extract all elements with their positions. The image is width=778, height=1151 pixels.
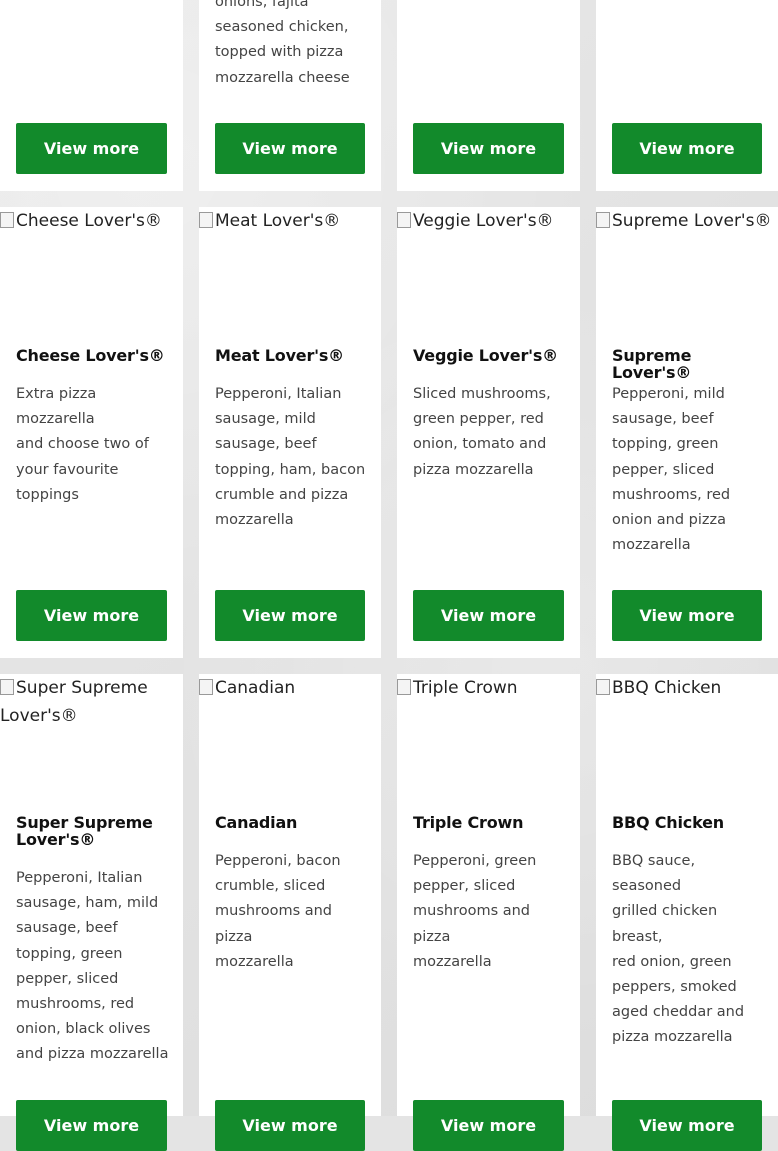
pizza-image[interactable]: BBQ Chicken (596, 674, 778, 794)
view-more-button[interactable]: View more (215, 123, 365, 174)
broken-image-icon (0, 212, 14, 228)
pizza-card: Veggie Lover's® Veggie Lover's® Sliced m… (397, 207, 580, 658)
broken-image-icon (397, 679, 411, 695)
pizza-title: BBQ Chicken (612, 813, 724, 832)
view-more-button[interactable]: View more (612, 1100, 762, 1151)
pizza-title: Cheese Lover's® (16, 346, 165, 365)
pizza-card: Supreme Lover's® Supreme Lover's® Pepper… (596, 207, 778, 658)
view-more-button[interactable]: View more (612, 123, 762, 174)
broken-image-icon (199, 679, 213, 695)
pizza-card: Cheese Lover's® Cheese Lover's® Extra pi… (0, 207, 183, 658)
pizza-image[interactable]: Meat Lover's® (199, 207, 381, 327)
pizza-image[interactable]: Canadian (199, 674, 381, 794)
card-description: onions, fajita seasoned chicken, topped … (215, 0, 350, 86)
card-description: Pepperoni, Italian sausage, ham, mild sa… (16, 870, 169, 1063)
view-more-button[interactable]: View more (16, 1100, 167, 1151)
pizza-image[interactable]: Supreme Lover's® (596, 207, 778, 327)
pizza-image[interactable]: Super Supreme Lover's® (0, 674, 183, 794)
view-more-button[interactable]: View more (413, 1100, 564, 1151)
pizza-card: ranch drizzle View more (0, 0, 183, 191)
pizza-card: View more (397, 0, 580, 191)
pizza-card: Meat Lover's® Meat Lover's® Pepperoni, I… (199, 207, 381, 658)
pizza-card: Super Supreme Lover's® Super Supreme Love… (0, 674, 183, 1151)
pizza-card: Canadian Canadian Pepperoni, bacon crumb… (199, 674, 381, 1151)
broken-image-icon (596, 679, 610, 695)
card-description: BBQ sauce, seasoned grilled chicken brea… (612, 853, 745, 1046)
card-description: Pepperoni, mild sausage, beef topping, g… (612, 386, 731, 554)
view-more-button[interactable]: View more (215, 590, 365, 641)
view-more-button[interactable]: View more (16, 123, 167, 174)
broken-image-icon (0, 679, 14, 695)
pizza-title: Triple Crown (413, 813, 524, 832)
card-description: Extra pizza mozzarella and choose two of… (16, 386, 149, 503)
broken-image-icon (397, 212, 411, 228)
view-more-button[interactable]: View more (413, 590, 564, 641)
pizza-title: Super Supreme Lover's® (16, 813, 153, 849)
card-description: Sliced mushrooms, green pepper, red onio… (413, 386, 551, 478)
pizza-card: onions, fajita seasoned chicken, topped … (199, 0, 381, 191)
pizza-card: View more (596, 0, 778, 191)
view-more-button[interactable]: View more (612, 590, 762, 641)
pizza-title: Veggie Lover's® (413, 346, 558, 365)
pizza-card: BBQ Chicken BBQ Chicken BBQ sauce, seaso… (596, 674, 778, 1151)
pizza-title: Meat Lover's® (215, 346, 344, 365)
card-description: Pepperoni, green pepper, sliced mushroom… (413, 853, 537, 970)
pizza-image[interactable]: Triple Crown (397, 674, 580, 794)
view-more-button[interactable]: View more (413, 123, 564, 174)
broken-image-icon (596, 212, 610, 228)
view-more-button[interactable]: View more (215, 1100, 365, 1151)
pizza-title: Canadian (215, 813, 298, 832)
view-more-button[interactable]: View more (16, 590, 167, 641)
pizza-image[interactable]: Veggie Lover's® (397, 207, 580, 327)
card-description: ranch drizzle (16, 0, 173, 9)
broken-image-icon (199, 212, 213, 228)
card-description: Pepperoni, bacon crumble, sliced mushroo… (215, 853, 341, 970)
pizza-image[interactable]: Cheese Lover's® (0, 207, 183, 327)
pizza-title: Supreme Lover's® (612, 346, 692, 382)
pizza-card: Triple Crown Triple Crown Pepperoni, gre… (397, 674, 580, 1151)
card-description: Pepperoni, Italian sausage, mild sausage… (215, 386, 366, 529)
